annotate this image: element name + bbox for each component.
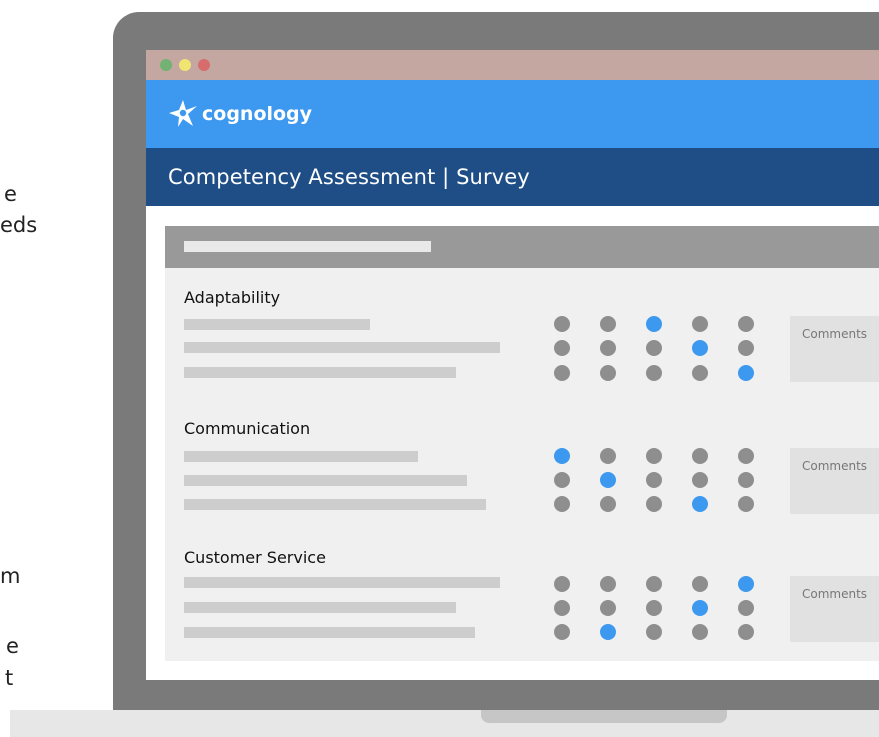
rating-option[interactable] [600, 365, 616, 381]
rating-option[interactable] [600, 316, 616, 332]
rating-option-selected[interactable] [554, 448, 570, 464]
rating-option[interactable] [692, 576, 708, 592]
rating-option[interactable] [646, 576, 662, 592]
question-placeholder-bar [184, 451, 418, 462]
rating-option[interactable] [600, 600, 616, 616]
question-placeholder-bar [184, 577, 500, 588]
side-text-fragment: e [4, 182, 17, 206]
rating-option[interactable] [738, 600, 754, 616]
side-text-fragment: eds [0, 213, 38, 237]
rating-option[interactable] [554, 316, 570, 332]
comments-placeholder: Comments [802, 587, 868, 601]
laptop-base [10, 710, 879, 737]
rating-option[interactable] [738, 496, 754, 512]
window-minimize-button[interactable] [179, 59, 191, 71]
rating-option[interactable] [554, 576, 570, 592]
rating-option[interactable] [646, 624, 662, 640]
rating-option-selected[interactable] [692, 340, 708, 356]
rating-option[interactable] [646, 365, 662, 381]
rating-row [554, 576, 754, 592]
window-maximize-button[interactable] [160, 59, 172, 71]
rating-row [554, 365, 754, 381]
rating-option-selected[interactable] [600, 472, 616, 488]
question-placeholder-bar [184, 319, 370, 330]
rating-option[interactable] [646, 600, 662, 616]
comments-field[interactable]: Comments [790, 448, 879, 514]
survey-panel: Adaptability Comments Communication Comm… [165, 226, 879, 661]
rating-option-selected[interactable] [646, 316, 662, 332]
rating-option[interactable] [600, 448, 616, 464]
rating-option[interactable] [646, 496, 662, 512]
laptop-notch [481, 710, 727, 723]
rating-option[interactable] [646, 472, 662, 488]
brand-name: cognology [202, 103, 313, 125]
brand-logo[interactable]: cognology [166, 97, 312, 131]
rating-option[interactable] [646, 340, 662, 356]
rating-row [554, 472, 754, 488]
rating-option-selected[interactable] [600, 624, 616, 640]
rating-option[interactable] [554, 472, 570, 488]
comments-field[interactable]: Comments [790, 316, 879, 382]
star-figure-icon [169, 100, 197, 127]
question-placeholder-bar [184, 342, 500, 353]
rating-option[interactable] [692, 624, 708, 640]
side-text-fragment: m [0, 564, 21, 588]
side-text-fragment: e [6, 634, 19, 658]
rating-option[interactable] [554, 600, 570, 616]
rating-option[interactable] [646, 448, 662, 464]
rating-option[interactable] [692, 448, 708, 464]
rating-row [554, 600, 754, 616]
rating-option[interactable] [692, 316, 708, 332]
rating-option[interactable] [738, 624, 754, 640]
rating-row [554, 624, 754, 640]
survey-header [165, 226, 879, 268]
question-placeholder-bar [184, 499, 486, 510]
question-placeholder-bar [184, 367, 456, 378]
rating-option-selected[interactable] [738, 365, 754, 381]
rating-row [554, 448, 754, 464]
rating-option[interactable] [554, 496, 570, 512]
brand-bar: cognology [146, 80, 879, 148]
question-placeholder-bar [184, 627, 475, 638]
rating-option[interactable] [692, 472, 708, 488]
rating-option[interactable] [600, 496, 616, 512]
rating-option[interactable] [554, 365, 570, 381]
rating-option[interactable] [600, 340, 616, 356]
page-title: Competency Assessment | Survey [168, 165, 530, 189]
rating-option[interactable] [554, 624, 570, 640]
rating-option[interactable] [738, 340, 754, 356]
marketing-illustration: e eds m e t cognology Competency Assessm… [0, 0, 879, 737]
comments-placeholder: Comments [802, 459, 868, 473]
question-placeholder-bar [184, 475, 467, 486]
laptop-screen: cognology Competency Assessment | Survey… [146, 50, 879, 680]
rating-option[interactable] [600, 576, 616, 592]
rating-option[interactable] [692, 365, 708, 381]
section-title: Communication [184, 419, 311, 438]
window-titlebar [146, 50, 879, 80]
window-close-button[interactable] [198, 59, 210, 71]
section-title: Customer Service [184, 548, 326, 567]
rating-row [554, 496, 754, 512]
rating-option-selected[interactable] [738, 576, 754, 592]
rating-row [554, 340, 754, 356]
rating-option[interactable] [738, 316, 754, 332]
question-placeholder-bar [184, 602, 456, 613]
rating-option-selected[interactable] [692, 496, 708, 512]
rating-option[interactable] [554, 340, 570, 356]
rating-option[interactable] [738, 472, 754, 488]
rating-option-selected[interactable] [692, 600, 708, 616]
comments-placeholder: Comments [802, 327, 868, 341]
page-title-bar: Competency Assessment | Survey [146, 148, 879, 206]
section-title: Adaptability [184, 288, 281, 307]
comments-field[interactable]: Comments [790, 576, 879, 642]
side-text-fragment: t [5, 666, 14, 690]
header-placeholder-bar [184, 241, 431, 252]
rating-row [554, 316, 754, 332]
rating-option[interactable] [738, 448, 754, 464]
